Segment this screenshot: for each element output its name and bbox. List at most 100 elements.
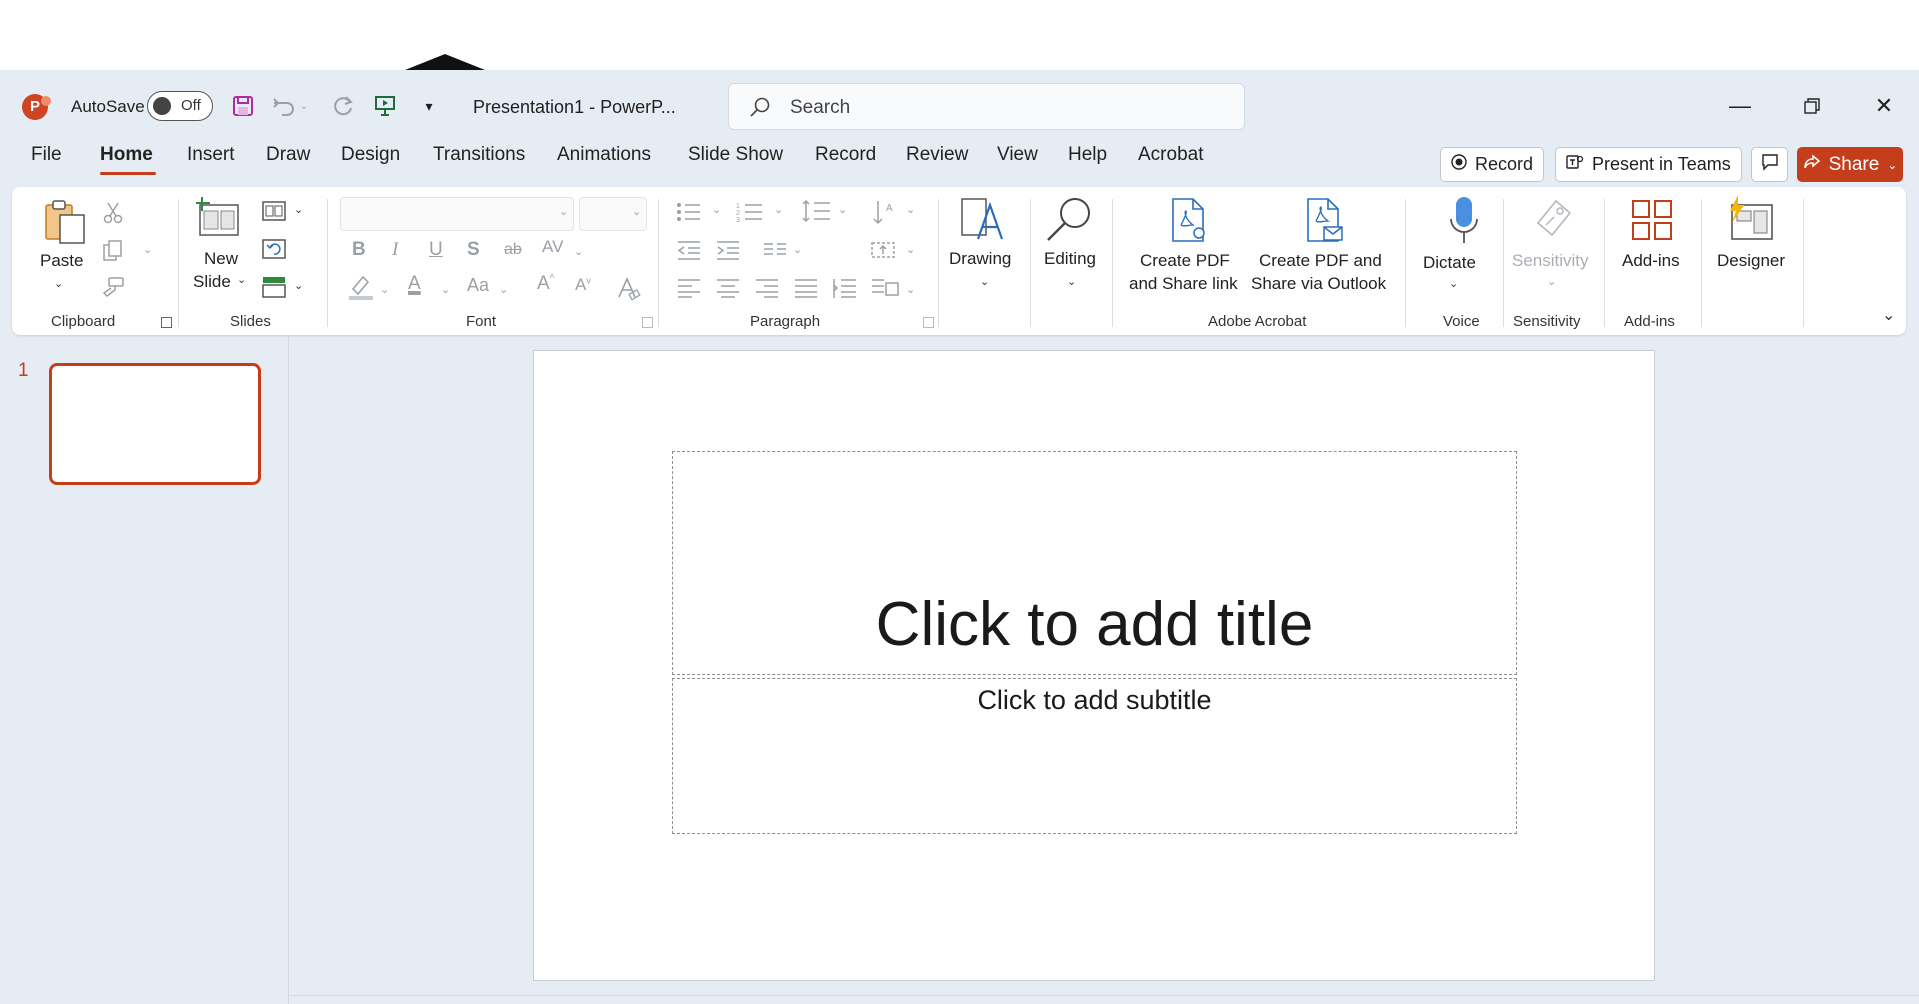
- font-name-select[interactable]: [340, 197, 574, 231]
- bullets-icon[interactable]: [676, 201, 702, 228]
- copy-dropdown-icon[interactable]: ⌄: [143, 243, 152, 256]
- minimize-icon[interactable]: —: [1720, 88, 1760, 124]
- drawing-label[interactable]: Drawing: [949, 247, 1011, 270]
- new-slide-icon[interactable]: [196, 197, 242, 244]
- sensitivity-icon[interactable]: [1534, 197, 1574, 246]
- format-painter-icon[interactable]: [101, 276, 125, 305]
- sensitivity-dropdown-icon[interactable]: ⌄: [1547, 275, 1556, 288]
- dictate-label[interactable]: Dictate: [1423, 251, 1476, 274]
- customize-toolbar-icon[interactable]: ▾: [414, 90, 444, 122]
- highlight-icon[interactable]: [347, 273, 375, 306]
- designer-label[interactable]: Designer: [1717, 249, 1785, 272]
- paragraph-launcher-icon[interactable]: [923, 317, 934, 328]
- create-pdf-outlook-label-1[interactable]: Create PDF and: [1259, 249, 1382, 272]
- tab-help[interactable]: Help: [1068, 144, 1107, 166]
- increase-indent-icon[interactable]: [715, 239, 741, 266]
- character-spacing-icon[interactable]: AV: [542, 237, 563, 257]
- paste-icon[interactable]: [42, 199, 88, 250]
- new-slide-label-1[interactable]: New: [204, 247, 238, 270]
- save-icon[interactable]: [228, 90, 258, 122]
- section-dropdown-icon[interactable]: ⌄: [294, 279, 303, 292]
- share-button[interactable]: Share ⌄: [1797, 147, 1903, 182]
- smartart-icon[interactable]: [870, 277, 900, 304]
- tab-file[interactable]: File: [31, 144, 62, 166]
- line-spacing-dropdown-icon[interactable]: ⌄: [838, 203, 847, 216]
- pdf-outlook-icon[interactable]: [1302, 197, 1346, 248]
- justify-icon[interactable]: [793, 277, 819, 304]
- highlight-dropdown-icon[interactable]: ⌄: [380, 283, 389, 296]
- section-icon[interactable]: [262, 276, 286, 303]
- columns-icon[interactable]: [762, 241, 788, 266]
- record-button[interactable]: Record: [1440, 147, 1545, 182]
- tab-review[interactable]: Review: [906, 144, 968, 166]
- paste-dropdown-icon[interactable]: ⌄: [54, 277, 63, 290]
- align-text-icon[interactable]: [870, 239, 900, 266]
- tab-insert[interactable]: Insert: [187, 144, 235, 166]
- text-direction-dropdown-icon[interactable]: ⌄: [906, 203, 915, 216]
- tab-record[interactable]: Record: [815, 144, 876, 166]
- cut-icon[interactable]: [102, 201, 124, 230]
- align-right-icon[interactable]: [754, 277, 780, 304]
- restore-icon[interactable]: [1792, 88, 1832, 124]
- search-box[interactable]: Search: [728, 83, 1245, 130]
- title-placeholder[interactable]: Click to add title: [672, 451, 1517, 675]
- undo-dropdown-icon[interactable]: ⌄: [296, 90, 312, 122]
- new-slide-dropdown-icon[interactable]: ⌄: [237, 273, 246, 286]
- editing-label[interactable]: Editing: [1044, 247, 1096, 270]
- tab-animations[interactable]: Animations: [557, 144, 651, 166]
- tab-design[interactable]: Design: [341, 144, 400, 166]
- add-ins-icon[interactable]: [1631, 199, 1673, 246]
- decrease-indent-icon[interactable]: [676, 239, 702, 266]
- microphone-icon[interactable]: [1448, 195, 1480, 250]
- create-pdf-link-label-2[interactable]: and Share link: [1129, 272, 1238, 295]
- present-in-teams-button[interactable]: Present in Teams: [1555, 147, 1742, 182]
- decrease-font-size-icon[interactable]: Av: [575, 275, 591, 295]
- distributed-icon[interactable]: [832, 277, 858, 304]
- smartart-dropdown-icon[interactable]: ⌄: [906, 283, 915, 296]
- clipboard-launcher-icon[interactable]: [161, 317, 172, 328]
- change-case-icon[interactable]: Aa: [467, 275, 489, 296]
- autosave-toggle[interactable]: Off: [147, 91, 213, 121]
- tab-view[interactable]: View: [997, 144, 1038, 166]
- comments-button[interactable]: [1751, 147, 1788, 182]
- tab-acrobat[interactable]: Acrobat: [1138, 144, 1203, 166]
- change-case-dropdown-icon[interactable]: ⌄: [499, 283, 508, 296]
- close-icon[interactable]: ✕: [1864, 88, 1904, 124]
- font-color-icon[interactable]: A: [408, 273, 421, 295]
- create-pdf-link-label-1[interactable]: Create PDF: [1140, 249, 1230, 272]
- add-ins-label[interactable]: Add-ins: [1622, 249, 1680, 272]
- layout-icon[interactable]: [262, 201, 286, 226]
- sensitivity-label[interactable]: Sensitivity: [1512, 249, 1589, 272]
- clear-formatting-icon[interactable]: [615, 275, 641, 306]
- editing-search-icon[interactable]: [1044, 195, 1094, 248]
- font-name-dropdown-icon[interactable]: ⌄: [559, 205, 568, 218]
- reset-slide-icon[interactable]: [262, 239, 286, 264]
- redo-icon[interactable]: [328, 90, 358, 122]
- drawing-icon[interactable]: [958, 195, 1004, 248]
- character-spacing-dropdown-icon[interactable]: ⌄: [574, 245, 583, 258]
- align-text-dropdown-icon[interactable]: ⌄: [906, 243, 915, 256]
- underline-icon[interactable]: U: [429, 239, 443, 261]
- drawing-dropdown-icon[interactable]: ⌄: [980, 275, 989, 288]
- pdf-link-icon[interactable]: [1167, 197, 1211, 248]
- text-shadow-icon[interactable]: S: [467, 239, 480, 261]
- numbering-icon[interactable]: 123: [736, 201, 764, 228]
- paste-label[interactable]: Paste: [40, 249, 83, 272]
- editing-dropdown-icon[interactable]: ⌄: [1067, 275, 1076, 288]
- columns-dropdown-icon[interactable]: ⌄: [793, 243, 802, 256]
- numbering-dropdown-icon[interactable]: ⌄: [774, 203, 783, 216]
- designer-icon[interactable]: [1724, 195, 1774, 246]
- copy-icon[interactable]: [101, 239, 125, 268]
- tab-home[interactable]: Home: [100, 144, 153, 166]
- align-center-icon[interactable]: [715, 277, 741, 304]
- tab-draw[interactable]: Draw: [266, 144, 310, 166]
- strikethrough-icon[interactable]: ab: [504, 241, 522, 259]
- tab-transitions[interactable]: Transitions: [433, 144, 525, 166]
- bold-icon[interactable]: B: [352, 239, 366, 261]
- line-spacing-icon[interactable]: [802, 199, 832, 228]
- present-from-start-icon[interactable]: [370, 90, 400, 122]
- italic-icon[interactable]: I: [392, 239, 398, 261]
- bullets-dropdown-icon[interactable]: ⌄: [712, 203, 721, 216]
- new-slide-label-2[interactable]: Slide: [193, 270, 231, 293]
- increase-font-size-icon[interactable]: A^: [537, 273, 554, 295]
